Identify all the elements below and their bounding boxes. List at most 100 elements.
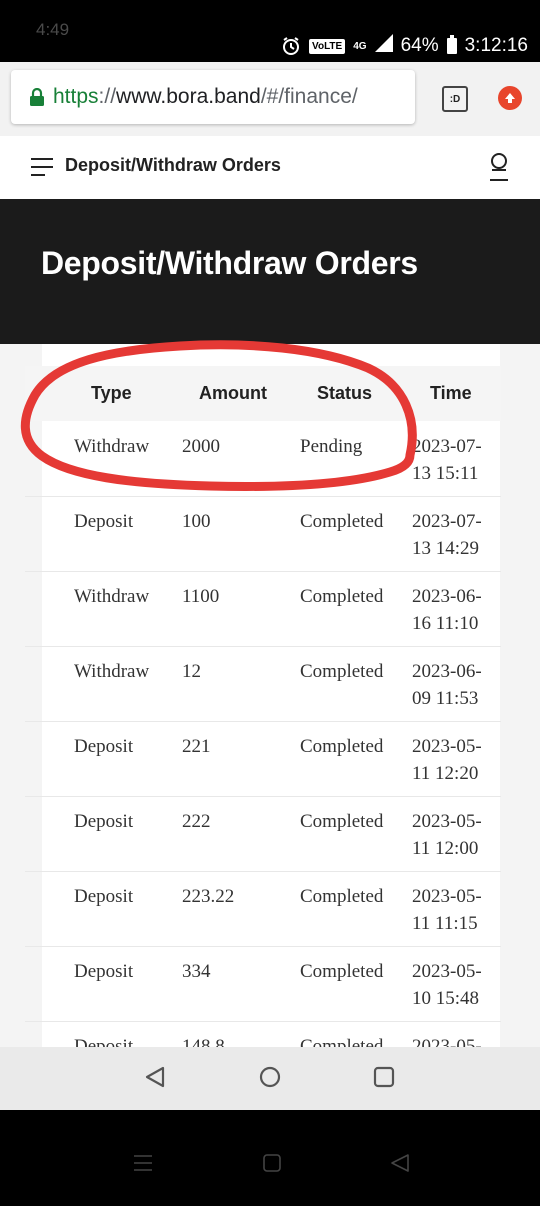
header-title: Deposit/Withdraw Orders <box>65 155 281 175</box>
back-icon[interactable] <box>145 1066 165 1093</box>
page-title: Deposit/Withdraw Orders <box>41 245 418 281</box>
table-row[interactable]: Deposit 100 Completed 2023-07- 13 14:29 <box>25 496 501 572</box>
url-scheme: https <box>53 85 99 108</box>
table-row[interactable]: Withdraw 2000 Pending 2023-07- 13 15:11 <box>25 421 501 497</box>
cell-amount: 222 <box>182 811 211 832</box>
battery-icon <box>446 35 457 54</box>
column-header-amount: Amount <box>199 383 267 403</box>
upload-icon[interactable] <box>498 86 522 110</box>
url-path: /#/finance/ <box>260 85 358 108</box>
browser-toolbar: https://www.bora.band/#/finance/ :D <box>0 62 540 136</box>
user-icon[interactable] <box>488 152 510 187</box>
time-date: 2023-05- <box>412 1036 482 1047</box>
cell-time: 2023-06- 09 11:53 <box>412 658 502 712</box>
cell-amount: 100 <box>182 511 211 532</box>
cell-time: 2023-07- 13 15:11 <box>412 433 502 487</box>
network-label: 4G <box>353 40 367 52</box>
table-row[interactable]: Deposit 148.8 Completed 2023-05- <box>25 1021 501 1047</box>
cell-status: Completed <box>300 511 384 532</box>
cell-amount: 223.22 <box>182 886 235 907</box>
cell-type: Deposit <box>74 736 134 757</box>
time-clock: 11 11:15 <box>412 913 478 934</box>
hero-banner: Deposit/Withdraw Orders <box>0 199 540 344</box>
time-date: 2023-07- <box>412 436 482 457</box>
signal-icon <box>374 34 393 58</box>
cell-time: 2023-06- 16 11:10 <box>412 583 502 637</box>
cell-amount: 221 <box>182 736 211 757</box>
tabs-icon[interactable]: :D <box>442 86 468 112</box>
table-row[interactable]: Withdraw 12 Completed 2023-06- 09 11:53 <box>25 646 501 722</box>
cell-time: 2023-05- 10 15:48 <box>412 958 502 1012</box>
cell-status: Completed <box>300 661 384 682</box>
time-date: 2023-05- <box>412 961 482 982</box>
cell-amount: 12 <box>182 661 201 682</box>
lock-icon[interactable] <box>29 88 45 106</box>
time-clock: 16 11:10 <box>412 613 479 634</box>
table-row[interactable]: Withdraw 1100 Completed 2023-06- 16 11:10 <box>25 571 501 647</box>
cell-amount: 148.8 <box>182 1036 225 1047</box>
cell-amount: 2000 <box>182 436 220 457</box>
cell-type: Withdraw <box>74 436 150 457</box>
time-clock: 13 15:11 <box>412 463 479 484</box>
system-navigation-bar <box>0 1110 540 1206</box>
cell-status: Completed <box>300 811 384 832</box>
time-date: 2023-05- <box>412 886 482 907</box>
status-bar: 4:49 VoLTE 4G 64% 3:12:16 <box>0 0 540 62</box>
battery-percent: 64% <box>400 35 439 56</box>
clock: 3:12:16 <box>464 35 528 56</box>
menu-icon[interactable] <box>133 1153 153 1178</box>
home-icon[interactable] <box>262 1153 282 1178</box>
cell-status: Completed <box>300 886 384 907</box>
url-separator: :// <box>98 85 117 108</box>
time-date: 2023-05- <box>412 811 482 832</box>
cell-type: Withdraw <box>74 661 150 682</box>
cell-type: Deposit <box>74 511 134 532</box>
cell-status: Completed <box>300 1036 384 1047</box>
cell-time: 2023-05- <box>412 1033 502 1047</box>
table-row[interactable]: Deposit 221 Completed 2023-05- 11 12:20 <box>25 721 501 797</box>
recents-icon[interactable] <box>373 1066 395 1093</box>
time-clock: 11 12:20 <box>412 763 479 784</box>
cell-status: Completed <box>300 586 384 607</box>
time-date: 2023-07- <box>412 511 482 532</box>
cell-type: Deposit <box>74 886 134 907</box>
table-row[interactable]: Deposit 223.22 Completed 2023-05- 11 11:1… <box>25 871 501 947</box>
time-date: 2023-06- <box>412 586 482 607</box>
menu-icon[interactable] <box>31 158 53 182</box>
cell-time: 2023-07- 13 14:29 <box>412 508 502 562</box>
cell-type: Deposit <box>74 1036 134 1047</box>
time-date: 2023-05- <box>412 736 482 757</box>
cell-type: Withdraw <box>74 586 150 607</box>
site-header: Deposit/Withdraw Orders <box>0 136 540 200</box>
status-icons: VoLTE 4G 64% 3:12:16 <box>281 34 528 58</box>
cell-status: Completed <box>300 736 384 757</box>
cell-time: 2023-05- 11 12:20 <box>412 733 502 787</box>
time-date: 2023-06- <box>412 661 482 682</box>
address-bar[interactable]: https://www.bora.band/#/finance/ <box>11 70 415 124</box>
navigation-bar <box>0 1047 540 1110</box>
column-header-type: Type <box>91 383 132 403</box>
ghost-time: 4:49 <box>36 20 70 39</box>
cell-type: Deposit <box>74 961 134 982</box>
table-row[interactable]: Deposit 222 Completed 2023-05- 11 12:00 <box>25 796 501 872</box>
time-clock: 09 11:53 <box>412 688 479 709</box>
tabs-icon-label: :D <box>449 93 461 105</box>
cell-status: Pending <box>300 436 363 457</box>
cell-status: Completed <box>300 961 384 982</box>
column-header-status: Status <box>317 383 373 403</box>
cell-type: Deposit <box>74 811 134 832</box>
time-clock: 10 15:48 <box>412 988 480 1009</box>
time-clock: 11 12:00 <box>412 838 479 859</box>
table-row[interactable]: Deposit 334 Completed 2023-05- 10 15:48 <box>25 946 501 1022</box>
time-clock: 13 14:29 <box>412 538 480 559</box>
home-icon[interactable] <box>259 1066 281 1093</box>
alarm-icon <box>281 36 301 56</box>
column-header-time: Time <box>430 383 472 403</box>
cell-time: 2023-05- 11 11:15 <box>412 883 502 937</box>
back-icon[interactable] <box>390 1153 410 1178</box>
orders-content[interactable]: Type Amount Status Time Withdraw 2000 Pe… <box>0 344 540 1047</box>
table-header: Type Amount Status Time <box>25 366 501 421</box>
url-domain: www.bora.band <box>116 85 261 108</box>
cell-amount: 1100 <box>182 586 220 607</box>
cell-amount: 334 <box>182 961 211 982</box>
